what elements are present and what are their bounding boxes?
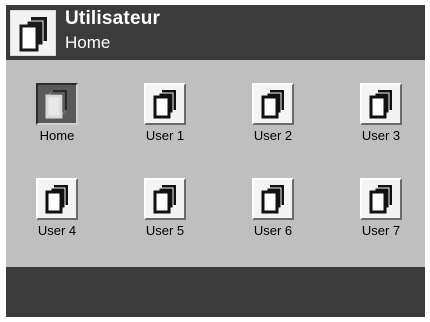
user-button[interactable]	[252, 178, 294, 220]
home-profile-icon	[45, 90, 67, 119]
user-tile-2[interactable]: User 2	[233, 83, 313, 173]
user-tile-4[interactable]: User 4	[17, 178, 97, 268]
footer-bar	[6, 267, 425, 317]
page-title: Utilisateur	[65, 8, 161, 29]
user-tile-home[interactable]: Home	[17, 83, 97, 173]
user-tile-1[interactable]: User 1	[125, 83, 205, 173]
user-grid: Home User 1 User 2 User 3 User 4 User 5 …	[6, 60, 425, 267]
user-tile-6[interactable]: User 6	[233, 178, 313, 268]
user-profile-icon	[261, 90, 284, 119]
user-label: User 4	[37, 223, 77, 238]
user-label: User 7	[361, 223, 401, 238]
screen: Utilisateur Home Home User 1 User 2 User…	[6, 5, 425, 317]
user-button[interactable]	[36, 83, 78, 125]
user-label: User 1	[145, 128, 185, 143]
user-label: User 6	[253, 223, 293, 238]
user-button[interactable]	[36, 178, 78, 220]
user-label: User 5	[145, 223, 185, 238]
user-tile-5[interactable]: User 5	[125, 178, 205, 268]
user-profile-icon	[153, 185, 176, 214]
user-button[interactable]	[144, 83, 186, 125]
user-label: User 2	[253, 128, 293, 143]
user-label: Home	[39, 128, 75, 143]
user-tile-3[interactable]: User 3	[341, 83, 421, 173]
user-button[interactable]	[360, 83, 402, 125]
user-button[interactable]	[144, 178, 186, 220]
user-button[interactable]	[360, 178, 402, 220]
user-label: User 3	[361, 128, 401, 143]
user-button[interactable]	[252, 83, 294, 125]
user-profile-icon	[369, 185, 392, 214]
user-profile-icon	[153, 90, 176, 119]
user-profile-icon	[261, 185, 284, 214]
user-profile-icon	[369, 90, 392, 119]
page-subtitle: Home	[65, 33, 111, 52]
user-tile-7[interactable]: User 7	[341, 178, 421, 268]
user-profile-icon	[45, 185, 68, 214]
user-profiles-icon	[10, 10, 56, 56]
header-bar: Utilisateur Home	[6, 5, 425, 60]
